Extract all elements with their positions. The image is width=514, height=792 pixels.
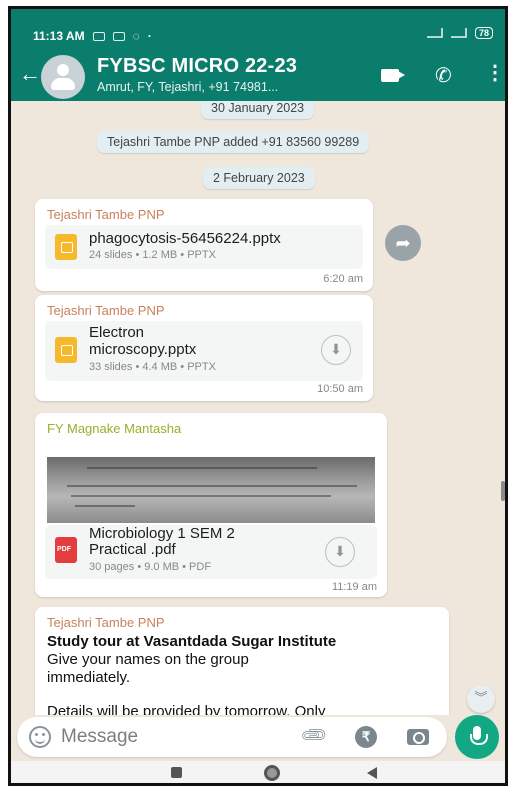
download-icon[interactable]: ⬇ — [325, 537, 355, 567]
message-time: 6:20 am — [323, 273, 363, 285]
message-notification-icon — [92, 31, 105, 41]
signal-icon-2 — [450, 28, 467, 38]
back-icon[interactable] — [367, 767, 377, 779]
notification-icon — [112, 31, 125, 41]
system-message: Tejashri Tambe PNP added +91 83560 99289 — [97, 131, 370, 153]
rupee-icon[interactable]: ₹ — [355, 726, 377, 748]
date-chip: 30 January 2023 — [201, 101, 315, 119]
file-name-line1: Electron — [89, 324, 145, 341]
chat-header: 11:13 AM ◌ · 78 ← FYBSC MICRO 22-23 Amru… — [11, 9, 505, 101]
mic-icon[interactable] — [455, 715, 499, 759]
signal-icon — [426, 28, 443, 38]
message-text: immediately. — [47, 669, 131, 686]
message-heading: Study tour at Vasantdada Sugar Institute — [47, 633, 337, 650]
message-text: Give your names on the group — [47, 651, 249, 668]
message-bubble[interactable]: FY Magnake Mantasha PDF Microbiology 1 S… — [35, 413, 387, 597]
message-bubble[interactable]: Tejashri Tambe PNP Electron microscopy.p… — [35, 295, 373, 401]
message-input[interactable] — [61, 725, 241, 749]
pdf-file-icon: PDF — [55, 537, 77, 563]
message-time: 11:19 am — [331, 581, 377, 593]
settings-notification-icon: ◌ — [132, 29, 140, 43]
group-members[interactable]: Amrut, FY, Tejashri, +91 74981... — [97, 80, 278, 94]
file-name: phagocytosis-56456224.pptx — [89, 230, 281, 247]
message-time: 10:50 am — [317, 383, 363, 395]
scroll-down-icon[interactable]: ︾ — [467, 685, 495, 713]
more-menu-icon[interactable]: ⋮ — [485, 63, 505, 83]
attach-icon[interactable]: 📎︎ — [299, 720, 330, 751]
dot-icon: · — [147, 29, 152, 43]
system-nav-bar — [11, 761, 505, 783]
message-text: Details will be provided by tomorrow. On… — [47, 703, 326, 715]
scrollbar[interactable] — [501, 481, 505, 501]
download-icon[interactable]: ⬇ — [321, 335, 351, 365]
status-bar: 11:13 AM ◌ · — [33, 29, 152, 43]
group-title[interactable]: FYBSC MICRO 22-23 — [97, 55, 297, 78]
document-preview-image[interactable] — [47, 457, 375, 523]
document-attachment[interactable]: Electron microscopy.pptx 33 slides • 4.4… — [45, 321, 363, 381]
document-attachment[interactable]: phagocytosis-56456224.pptx 24 slides • 1… — [45, 225, 363, 269]
sender-name: Tejashri Tambe PNP — [47, 303, 165, 318]
battery-icon: 78 — [474, 27, 493, 39]
phone-icon[interactable]: ✆ — [435, 63, 452, 88]
pptx-file-icon — [55, 337, 77, 363]
date-chip: 2 February 2023 — [203, 167, 315, 189]
message-bubble[interactable]: Tejashri Tambe PNP phagocytosis-56456224… — [35, 199, 373, 291]
message-input-bar: 📎︎ ₹ — [17, 717, 447, 757]
phone-frame: 11:13 AM ◌ · 78 ← FYBSC MICRO 22-23 Amru… — [8, 6, 508, 786]
status-time: 11:13 AM — [33, 29, 85, 43]
home-icon[interactable] — [264, 765, 280, 781]
message-bubble[interactable]: Tejashri Tambe PNP Study tour at Vasantd… — [35, 607, 449, 715]
share-icon[interactable]: ➦ — [385, 225, 421, 261]
file-name-line2: Practical .pdf — [89, 541, 176, 558]
file-name-line2: microscopy.pptx — [89, 341, 197, 358]
pptx-file-icon — [55, 234, 77, 260]
file-meta: 24 slides • 1.2 MB • PPTX — [89, 249, 216, 261]
file-meta: 30 pages • 9.0 MB • PDF — [89, 561, 212, 573]
back-arrow-icon[interactable]: ← — [19, 63, 41, 85]
sender-name: FY Magnake Mantasha — [47, 421, 182, 436]
video-call-icon[interactable] — [381, 69, 399, 82]
chat-area[interactable]: 30 January 2023 Tejashri Tambe PNP added… — [11, 101, 505, 715]
status-indicators: 78 — [419, 27, 493, 39]
sender-name: Tejashri Tambe PNP — [47, 207, 165, 222]
file-meta: 33 slides • 4.4 MB • PPTX — [89, 361, 216, 373]
document-attachment[interactable]: PDF Microbiology 1 SEM 2 Practical .pdf … — [45, 525, 377, 579]
camera-icon[interactable] — [407, 729, 429, 745]
sender-name: Tejashri Tambe PNP — [47, 615, 165, 630]
group-avatar-icon[interactable] — [41, 55, 85, 99]
recent-apps-icon[interactable] — [171, 767, 182, 778]
emoji-icon[interactable] — [29, 726, 51, 748]
